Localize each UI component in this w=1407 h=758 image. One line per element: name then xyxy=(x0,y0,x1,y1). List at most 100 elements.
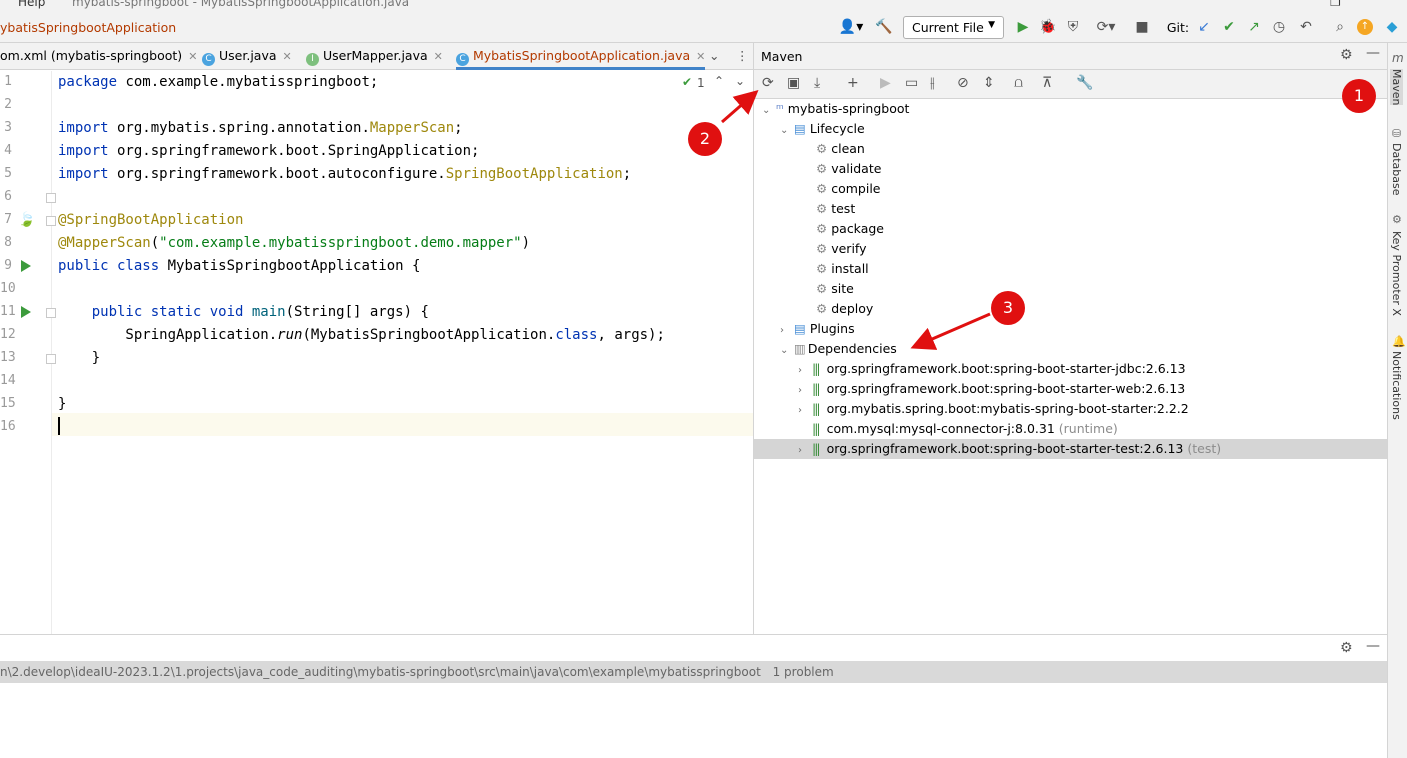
build-hammer-icon[interactable]: 🔨 xyxy=(873,16,895,38)
chevron-down-icon[interactable]: ⌄ xyxy=(780,121,794,141)
minimize-icon[interactable]: — xyxy=(1366,45,1380,61)
menu-help[interactable]: Help xyxy=(18,0,45,9)
lifecycle-goal-verify[interactable]: ⚙ verify xyxy=(816,239,867,259)
git-push-icon[interactable]: ↗ xyxy=(1245,16,1263,38)
fold-icon[interactable] xyxy=(46,308,56,318)
git-update-icon[interactable]: ↙ xyxy=(1195,16,1213,38)
toggle-offline-icon[interactable]: ⫲ xyxy=(930,75,935,91)
tree-node-dependencies[interactable]: ⌄ ▥ Dependencies xyxy=(780,339,897,359)
maven-icon[interactable]: m xyxy=(1392,51,1404,65)
ide-logo-icon[interactable]: ◆ xyxy=(1383,16,1401,38)
chevron-right-icon[interactable]: › xyxy=(798,441,812,461)
chevron-right-icon[interactable]: › xyxy=(798,381,812,401)
tool-window-notifications[interactable]: Notifications xyxy=(1390,351,1403,420)
previous-highlight-icon[interactable]: ⌃ xyxy=(714,74,724,88)
rollback-icon[interactable]: ↶ xyxy=(1297,16,1315,38)
gear-icon[interactable]: ⚙ xyxy=(1340,47,1353,63)
tree-node-lifecycle[interactable]: ⌄ ▤ Lifecycle xyxy=(780,119,865,139)
spring-bean-icon[interactable]: 🍃 xyxy=(18,212,35,228)
skip-tests-icon[interactable]: ⊘ xyxy=(957,75,969,91)
coverage-icon[interactable]: ⛨ xyxy=(1063,16,1083,38)
tab-usermapper-java[interactable]: I UserMapper.java ✕ xyxy=(306,43,443,70)
tab-mybatisspringbootapplication-java[interactable]: C MybatisSpringbootApplication.java ✕ xyxy=(456,43,706,70)
download-icon[interactable]: ⤓ xyxy=(814,75,820,91)
next-highlight-icon[interactable]: ⌄ xyxy=(735,74,745,88)
dependency-item[interactable]: › ||| org.mybatis.spring.boot:mybatis-spr… xyxy=(798,399,1189,419)
lifecycle-goal-install[interactable]: ⚙ install xyxy=(816,259,869,279)
expand-all-icon[interactable]: ⊼ xyxy=(1042,75,1052,91)
stop-icon[interactable]: ■ xyxy=(1132,16,1152,38)
more-options-icon[interactable]: ⋮ xyxy=(736,43,749,70)
bottom-panel-header: ⚙ — xyxy=(0,634,1387,661)
lifecycle-goal-package[interactable]: ⚙ package xyxy=(816,219,884,239)
dependency-item[interactable]: › ||| org.springframework.boot:spring-boo… xyxy=(798,439,1221,459)
git-history-icon[interactable]: ◷ xyxy=(1270,16,1288,38)
execute-goal-icon[interactable]: ▭ xyxy=(905,75,918,91)
code-line: package com.example.mybatisspringboot; xyxy=(58,74,379,90)
bell-icon[interactable]: 🔔 xyxy=(1392,335,1406,348)
lifecycle-goal-clean[interactable]: ⚙ clean xyxy=(816,139,865,159)
database-icon[interactable]: ⛁ xyxy=(1392,127,1401,140)
tool-window-database[interactable]: Database xyxy=(1390,143,1403,196)
updates-icon[interactable]: ↑ xyxy=(1356,16,1374,38)
restore-icon[interactable]: ❐ xyxy=(1330,0,1341,9)
run-icon[interactable]: ▶ xyxy=(880,75,891,91)
user-icon[interactable]: 👤▾ xyxy=(838,16,864,38)
profile-icon[interactable]: ⟳▾ xyxy=(1088,16,1124,38)
fold-icon[interactable] xyxy=(46,354,56,364)
chevron-right-icon[interactable]: › xyxy=(780,321,794,341)
lifecycle-goal-test[interactable]: ⚙ test xyxy=(816,199,855,219)
tree-node-plugins[interactable]: › ▤ Plugins xyxy=(780,319,855,339)
problems-path-bar[interactable]: n\2.develop\ideaIU-2023.1.2\1.projects\j… xyxy=(0,661,1387,683)
tool-window-maven[interactable]: Maven xyxy=(1390,69,1403,106)
window-title-bar: Help mybatis-springboot - MybatisSpringb… xyxy=(0,0,1407,12)
lifecycle-goal-site[interactable]: ⚙ site xyxy=(816,279,854,299)
chevron-right-icon[interactable]: › xyxy=(798,361,812,381)
reload-icon[interactable]: ⟳ xyxy=(762,75,774,91)
lifecycle-goal-deploy[interactable]: ⚙ deploy xyxy=(816,299,873,319)
run-configuration-label: Current File xyxy=(912,20,984,35)
run-gutter-icon[interactable] xyxy=(21,306,31,318)
dependency-item[interactable]: ||| com.mysql:mysql-connector-j:8.0.31 (r… xyxy=(812,419,1118,439)
run-configuration-select[interactable]: Current File ▼ xyxy=(903,16,1004,39)
dependency-item[interactable]: › ||| org.springframework.boot:spring-boo… xyxy=(798,379,1185,399)
search-icon[interactable]: ⌕ xyxy=(1331,16,1349,38)
close-icon[interactable]: ✕ xyxy=(283,50,292,63)
git-commit-icon[interactable]: ✔ xyxy=(1220,16,1238,38)
dependency-item[interactable]: › ||| org.springframework.boot:spring-boo… xyxy=(798,359,1186,379)
gear-icon[interactable]: ⚙ xyxy=(1340,640,1353,656)
tree-node-project[interactable]: ⌄ ᵐ mybatis-springboot xyxy=(762,99,909,119)
git-label: Git: xyxy=(1166,19,1190,35)
gear-icon: ⚙ xyxy=(816,201,828,216)
chevron-right-icon[interactable]: › xyxy=(798,401,812,421)
close-icon[interactable]: ✕ xyxy=(188,50,197,63)
wrench-icon[interactable]: 🔧 xyxy=(1076,75,1093,91)
tab-pom-xml[interactable]: om.xml (mybatis-springboot) ✕ xyxy=(0,43,197,70)
tab-user-java[interactable]: C User.java ✕ xyxy=(202,43,292,70)
tool-window-key-promoter[interactable]: Key Promoter X xyxy=(1390,231,1403,316)
breadcrumb[interactable]: ybatisSpringbootApplication xyxy=(0,20,176,35)
code-editor[interactable]: 1 2 3 4 5 6 7 8 9 10 11 12 13 14 15 16 🍃… xyxy=(0,71,753,634)
run-icon[interactable]: ▶ xyxy=(1013,16,1033,38)
run-gutter-icon[interactable] xyxy=(21,260,31,272)
debug-icon[interactable]: 🐞 xyxy=(1038,16,1058,38)
chevron-down-icon[interactable]: ⌄ xyxy=(762,101,776,121)
inspection-ok-icon[interactable]: ✔ xyxy=(682,75,692,89)
lifecycle-goal-compile[interactable]: ⚙ compile xyxy=(816,179,881,199)
add-icon[interactable]: + xyxy=(847,75,859,91)
close-icon[interactable]: ✕ xyxy=(434,50,443,63)
fold-icon[interactable] xyxy=(46,216,56,226)
minimize-icon[interactable]: — xyxy=(1366,638,1380,654)
gear-icon: ⚙ xyxy=(816,221,828,236)
collapse-icon[interactable]: ⇕ xyxy=(983,75,995,91)
generate-sources-icon[interactable]: ▣ xyxy=(787,75,800,91)
chevron-down-icon[interactable]: ⌄ xyxy=(780,341,794,361)
lifecycle-goal-validate[interactable]: ⚙ validate xyxy=(816,159,881,179)
fold-icon[interactable] xyxy=(46,193,56,203)
problems-count[interactable]: 1 xyxy=(697,76,705,90)
close-icon[interactable]: ✕ xyxy=(696,50,705,63)
gear-icon: ⚙ xyxy=(816,281,828,296)
tabs-dropdown-icon[interactable]: ⌄ xyxy=(709,43,719,70)
key-icon[interactable]: ⚙ xyxy=(1392,213,1402,226)
show-dependencies-icon[interactable]: ⩍ xyxy=(1014,75,1023,91)
